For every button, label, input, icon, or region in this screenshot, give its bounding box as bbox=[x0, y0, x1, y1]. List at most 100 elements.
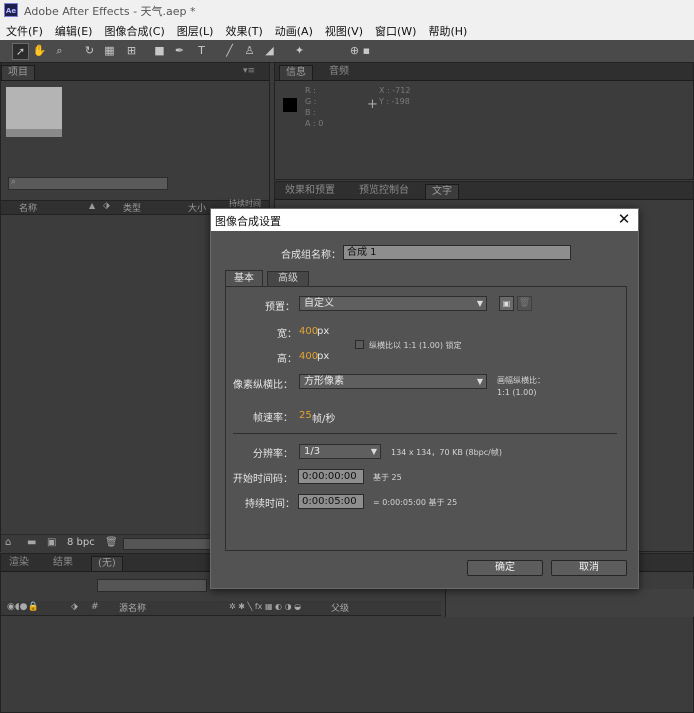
interpret-footage-icon[interactable]: ⌂ bbox=[5, 537, 11, 549]
sort-arrow-icon[interactable]: ▲ bbox=[89, 201, 95, 210]
composition-name-input[interactable]: 合成 1 bbox=[343, 245, 571, 260]
puppet-tool-icon[interactable]: ✦ bbox=[292, 43, 307, 58]
av-switches-icon[interactable]: ◉◖●🔒 bbox=[7, 602, 39, 612]
tab-none[interactable]: (无) bbox=[91, 556, 123, 571]
column-parent[interactable]: 父级 bbox=[331, 601, 349, 614]
hand-tool-icon[interactable]: ✋ bbox=[32, 43, 47, 58]
resolution-dropdown[interactable]: 1/3 ▼ bbox=[299, 444, 381, 459]
divider bbox=[233, 433, 617, 434]
frame-rate-label: 帧速率： bbox=[253, 413, 293, 424]
tab-preview-controls[interactable]: 预览控制台 bbox=[353, 184, 415, 198]
pixel-aspect-value: 方形像素 bbox=[304, 376, 344, 387]
menu-view[interactable]: 视图(V) bbox=[319, 23, 369, 39]
selection-tool-icon[interactable]: ➚ bbox=[12, 43, 29, 60]
x-coordinate: X : -712 bbox=[379, 86, 411, 95]
height-value[interactable]: 400 bbox=[299, 351, 318, 362]
chevron-down-icon: ▼ bbox=[476, 377, 483, 386]
panel-menu-icon[interactable]: ▾≡ bbox=[243, 66, 255, 76]
bpc-indicator[interactable]: 8 bpc bbox=[67, 537, 95, 548]
zoom-tool-icon[interactable]: ⌕ bbox=[52, 43, 67, 58]
save-preset-icon[interactable]: ▣ bbox=[499, 296, 514, 311]
green-value: G : bbox=[305, 97, 317, 106]
start-timecode-input[interactable]: 0:00:00:00 bbox=[298, 469, 364, 484]
pixel-aspect-label: 像素纵横比： bbox=[233, 380, 293, 391]
red-value: R : bbox=[305, 86, 316, 95]
new-folder-icon[interactable]: ▬ bbox=[27, 537, 36, 549]
menu-effect[interactable]: 效果(T) bbox=[219, 23, 268, 39]
tab-info[interactable]: 信息 bbox=[279, 65, 313, 80]
duration-info: = 0:00:05:00 基于 25 bbox=[373, 498, 458, 507]
clone-stamp-tool-icon[interactable]: ♙ bbox=[242, 43, 257, 58]
resolution-info: 134 x 134，70 KB (8bpc/帧) bbox=[391, 448, 502, 457]
after-effects-app-icon: Ae bbox=[4, 3, 18, 17]
camera-tool-icon[interactable]: ▦ bbox=[102, 43, 117, 58]
alpha-label: A : bbox=[305, 119, 316, 128]
new-composition-icon[interactable]: ▣ bbox=[47, 537, 56, 549]
layer-switches-icon[interactable]: ✲ ✱ ╲ fx ▦ ◐ ◑ ◒ bbox=[229, 602, 301, 611]
rotate-tool-icon[interactable]: ↻ bbox=[82, 43, 97, 58]
lock-aspect-checkbox[interactable] bbox=[355, 340, 364, 349]
timeline-search-input[interactable] bbox=[97, 579, 207, 592]
rgba-readout: R : G : B : A : 0 bbox=[305, 85, 323, 129]
window-title-bar: Ae Adobe After Effects - 天气.aep * bbox=[0, 0, 694, 21]
height-unit: px bbox=[317, 351, 330, 362]
project-search-input[interactable]: ⌕ bbox=[8, 177, 168, 190]
menu-window[interactable]: 窗口(W) bbox=[369, 23, 422, 39]
preset-dropdown[interactable]: 自定义 ▼ bbox=[299, 296, 487, 311]
duration-label: 持续时间： bbox=[245, 499, 295, 510]
tab-effects-presets[interactable]: 效果和预置 bbox=[279, 184, 341, 198]
project-panel-tabs: 项目 ▾≡ bbox=[1, 63, 269, 81]
chevron-down-icon: ▼ bbox=[476, 299, 483, 308]
resolution-value: 1/3 bbox=[304, 446, 321, 457]
ok-button[interactable]: 确定 bbox=[467, 560, 543, 576]
time-ruler[interactable] bbox=[445, 589, 694, 617]
menu-animation[interactable]: 动画(A) bbox=[269, 23, 319, 39]
window-title: Adobe After Effects - 天气.aep * bbox=[24, 5, 196, 18]
tab-project[interactable]: 项目 bbox=[1, 65, 35, 80]
column-source-name[interactable]: 源名称 bbox=[119, 601, 146, 614]
blue-value: B : bbox=[305, 108, 316, 117]
alpha-value: 0 bbox=[318, 119, 324, 128]
column-type[interactable]: 类型 bbox=[123, 201, 141, 214]
close-icon[interactable]: ✕ bbox=[616, 210, 632, 228]
cancel-button[interactable]: 取消 bbox=[551, 560, 627, 576]
tab-audio[interactable]: 音频 bbox=[323, 65, 355, 79]
height-label: 高： bbox=[277, 354, 297, 365]
text-tool-icon[interactable]: T bbox=[194, 43, 209, 58]
menu-edit[interactable]: 编辑(E) bbox=[49, 23, 99, 39]
tab-basic[interactable]: 基本 bbox=[225, 270, 263, 286]
start-base-text: 基于 25 bbox=[373, 473, 402, 482]
frame-rate-value[interactable]: 25 bbox=[299, 410, 312, 421]
width-value[interactable]: 400 bbox=[299, 326, 318, 337]
column-name[interactable]: 名称 bbox=[19, 201, 37, 214]
rectangle-tool-icon[interactable]: ■ bbox=[152, 43, 167, 58]
tab-result[interactable]: 结果 bbox=[47, 556, 79, 570]
width-label: 宽： bbox=[277, 329, 297, 340]
y-coordinate: Y : -198 bbox=[379, 97, 410, 106]
pixel-aspect-dropdown[interactable]: 方形像素 ▼ bbox=[299, 374, 487, 389]
menu-composition[interactable]: 图像合成(C) bbox=[98, 23, 170, 39]
duration-input[interactable]: 0:00:05:00 bbox=[298, 494, 364, 509]
menu-layer[interactable]: 图层(L) bbox=[171, 23, 220, 39]
delete-preset-icon[interactable]: 🗑 bbox=[517, 296, 532, 311]
column-size[interactable]: 大小 bbox=[188, 201, 206, 214]
menu-file[interactable]: 文件(F) bbox=[0, 23, 49, 39]
info-panel-tabs: 信息 音频 bbox=[275, 63, 693, 81]
eraser-tool-icon[interactable]: ◢ bbox=[262, 43, 277, 58]
tab-render-queue[interactable]: 渲染 bbox=[3, 556, 35, 570]
pan-behind-tool-icon[interactable]: ⊞ bbox=[124, 43, 139, 58]
frame-aspect-label: 画幅纵横比： bbox=[497, 376, 545, 385]
preset-label: 预置： bbox=[265, 302, 295, 313]
delete-trash-icon[interactable]: 🗑 bbox=[105, 537, 118, 549]
axis-mode-icon[interactable]: ⊕ ▪ bbox=[345, 43, 375, 58]
brush-tool-icon[interactable]: ╱ bbox=[222, 43, 237, 58]
label-tag-icon[interactable]: ⬗ bbox=[103, 201, 110, 211]
pen-tool-icon[interactable]: ✒ bbox=[172, 43, 187, 58]
info-panel: 信息 音频 R : G : B : A : 0 + X : -712 Y : -… bbox=[274, 62, 694, 180]
tab-character[interactable]: 文字 bbox=[425, 184, 459, 199]
menu-help[interactable]: 帮助(H) bbox=[422, 23, 473, 39]
resolution-label: 分辨率： bbox=[253, 449, 293, 460]
label-tag-icon[interactable]: ⬗ bbox=[71, 602, 78, 612]
tab-advanced[interactable]: 高级 bbox=[267, 271, 309, 286]
frame-aspect-value: 1:1 (1.00) bbox=[497, 388, 537, 397]
